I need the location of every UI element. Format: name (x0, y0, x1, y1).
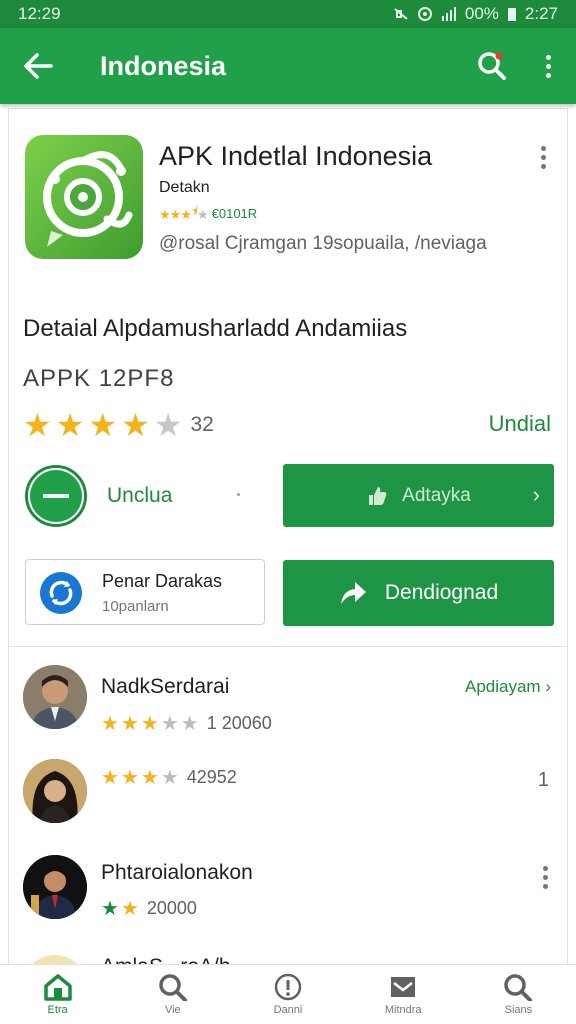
uninstall-button[interactable] (25, 465, 87, 527)
star-icon: ★ (140, 766, 159, 789)
nav-label: Danni (273, 1004, 303, 1016)
overflow-menu-button[interactable] (520, 28, 576, 104)
battery-icon (507, 8, 516, 21)
review-overflow-button[interactable] (537, 865, 553, 889)
avatar (23, 855, 87, 919)
star-icon: ★ (121, 407, 150, 443)
pena-subtitle: 10panlarn (102, 598, 169, 615)
star-icon: ★ (120, 897, 139, 920)
nav-item-info[interactable]: Danni (230, 965, 345, 1024)
star-icon: ★ (88, 407, 118, 443)
app-logo-icon (43, 151, 133, 247)
minus-icon (30, 470, 82, 522)
mini-rating-text: €0101R (211, 205, 258, 221)
nav-label: Vie (164, 1004, 181, 1016)
nav-label: Etra (47, 1004, 68, 1016)
star-empty-icon: ★ (160, 712, 179, 735)
review-item[interactable]: Phtaroialonakon ★ ★ 20000 (9, 847, 567, 937)
status-time-right: 2:27 (524, 4, 558, 23)
star-icon: ★ (55, 407, 85, 443)
app-detail-card: APK Indetlal Indonesia Detakn ★★★★★ €010… (8, 108, 568, 969)
search-icon (478, 52, 506, 80)
uninstall-label: Unclua (107, 484, 173, 507)
rating-count: 32 (190, 413, 214, 436)
review-stars: ★ ★ ★ ★ ★ 1 20060 (101, 713, 272, 734)
review-stars: ★ ★ 20000 (101, 898, 197, 919)
nav-label: Mitndra (384, 1004, 422, 1016)
star-icon: ★ (120, 712, 139, 735)
rating-row: ★ ★ ★ ★ ★ 32 (23, 409, 214, 441)
home-icon (43, 974, 72, 1001)
download-label: Dendiognad (384, 581, 499, 604)
adtayka-label: Adtayka (402, 484, 471, 506)
search-icon (159, 974, 187, 1001)
review-count: 1 20060 (206, 713, 272, 733)
star-empty-icon: ★ (160, 766, 179, 789)
app-name: APK Indetlal Indonesia (159, 141, 433, 171)
avatar (23, 759, 87, 823)
star-empty-icon: ★ (180, 712, 199, 735)
wifi-icon (417, 7, 432, 21)
undial-link[interactable]: Undial (489, 411, 551, 437)
star-empty-icon: ★ (153, 407, 183, 443)
signal-icon (441, 7, 456, 21)
star-icon: ★ (140, 712, 159, 735)
pena-card[interactable]: Penar Darakas 10panlarn (25, 559, 265, 625)
developer-name[interactable]: Detakn (159, 179, 210, 197)
more-vert-icon (520, 28, 576, 104)
nav-item-search-2[interactable]: Sians (461, 965, 576, 1024)
developer-info: @rosal Cjramgan 19sopuaila, /neviaga (159, 233, 487, 254)
app-bar: Indonesia (0, 28, 576, 104)
adtayka-button[interactable]: Adtayka › (283, 464, 554, 527)
info-icon (274, 973, 302, 1001)
review-link-label: Apdiayam (465, 677, 541, 696)
reviewer-name: NadkSerdarai (101, 675, 230, 698)
nav-label: Sians (504, 1004, 533, 1016)
star-icon: ★ (120, 766, 139, 789)
more-vert-icon (537, 865, 553, 889)
battery-percent: 00% (464, 4, 499, 23)
review-stars: ★ ★ ★ ★ 42952 (101, 767, 237, 788)
star-icon: ★ (101, 897, 119, 920)
review-item[interactable]: ★ ★ ★ ★ 42952 1 (9, 749, 567, 839)
thumb-up-icon (369, 486, 387, 505)
sync-icon (40, 572, 82, 614)
review-link[interactable]: Apdiayam › (465, 677, 551, 697)
mute-icon (394, 8, 408, 20)
status-bar: 12:29 00% 2:27 (0, 0, 576, 28)
share-arrow-icon (340, 582, 366, 604)
reviewer-name: Phtaroialonakon (101, 861, 253, 884)
divider-dot (237, 493, 240, 496)
app-overflow-button[interactable] (533, 143, 553, 171)
review-count: 42952 (186, 767, 237, 787)
detail-title: Detaial Alpdamusharladd Andamiias (23, 315, 408, 342)
more-vert-icon (533, 143, 553, 171)
review-item[interactable]: NadkSerdarai ★ ★ ★ ★ ★ 1 20060 Apdiayam › (9, 657, 567, 747)
app-icon[interactable] (25, 135, 143, 259)
star-icon: ★ (101, 766, 119, 789)
mail-icon (391, 977, 416, 997)
status-time: 12:29 (18, 4, 61, 23)
star-icon: ★ (101, 712, 119, 735)
star-icon: ★ (23, 407, 52, 443)
bottom-navigation: Etra Vie Danni Mitndra Sians (0, 964, 576, 1024)
pena-title: Penar Darakas (102, 571, 223, 591)
nav-item-search[interactable]: Vie (115, 965, 230, 1024)
arrow-back-icon (24, 53, 53, 79)
mini-rating: ★★★★★ €0101R (159, 203, 257, 223)
apk-size: APPK 12PF8 (23, 365, 175, 392)
nav-item-home[interactable]: Etra (0, 965, 115, 1024)
avatar (23, 665, 87, 729)
review-side-number: 1 (537, 769, 549, 791)
chevron-right-icon: › (532, 482, 540, 507)
section-divider (9, 646, 567, 647)
review-count: 20000 (146, 898, 197, 918)
download-button[interactable]: Dendiognad (283, 560, 554, 626)
search-icon (504, 974, 533, 1001)
search-button[interactable] (464, 28, 520, 104)
back-button[interactable] (0, 28, 76, 104)
mini-rating-stars: ★★★★★ (159, 203, 209, 222)
nav-item-mail[interactable]: Mitndra (346, 965, 461, 1024)
page-title: Indonesia (100, 50, 227, 81)
